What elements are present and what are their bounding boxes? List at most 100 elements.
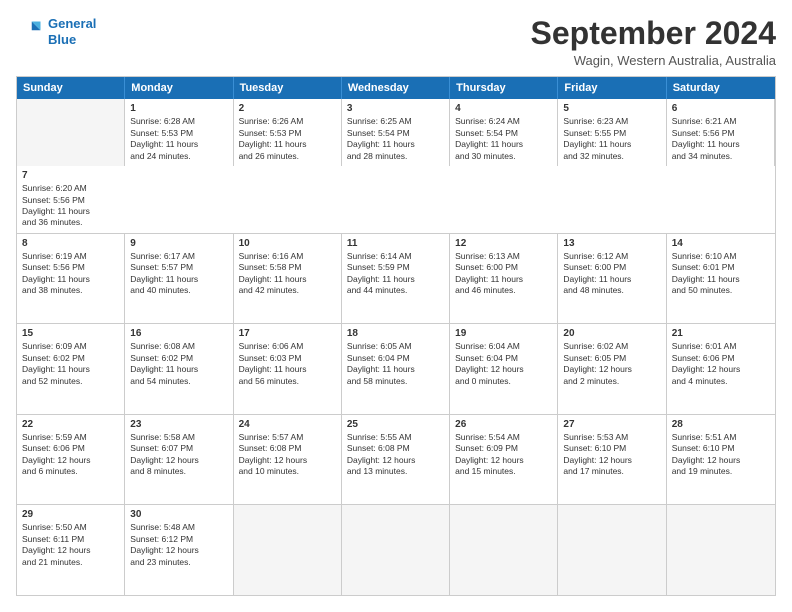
- cell-line: Sunrise: 6:23 AM: [563, 116, 660, 127]
- cell-line: Daylight: 11 hours: [672, 139, 769, 150]
- cal-cell-19: 19Sunrise: 6:04 AMSunset: 6:04 PMDayligh…: [450, 324, 558, 414]
- cell-line: Daylight: 11 hours: [563, 139, 660, 150]
- day-number: 1: [130, 103, 227, 114]
- day-number: 9: [130, 238, 227, 249]
- day-number: 18: [347, 328, 444, 339]
- cell-line: and 56 minutes.: [239, 376, 336, 387]
- cell-line: and 0 minutes.: [455, 376, 552, 387]
- day-number: 12: [455, 238, 552, 249]
- cell-line: Daylight: 11 hours: [455, 274, 552, 285]
- cell-line: and 28 minutes.: [347, 151, 444, 162]
- cell-line: and 4 minutes.: [672, 376, 770, 387]
- cal-cell-28: 28Sunrise: 5:51 AMSunset: 6:10 PMDayligh…: [667, 415, 775, 505]
- cell-line: Sunrise: 5:57 AM: [239, 432, 336, 443]
- logo-icon: [16, 18, 44, 46]
- cell-line: Sunrise: 6:13 AM: [455, 251, 552, 262]
- cal-cell-21: 21Sunrise: 6:01 AMSunset: 6:06 PMDayligh…: [667, 324, 775, 414]
- day-header-wednesday: Wednesday: [342, 77, 450, 99]
- cell-line: Daylight: 11 hours: [130, 139, 227, 150]
- day-number: 23: [130, 419, 227, 430]
- cell-line: Sunset: 6:08 PM: [239, 443, 336, 454]
- cal-cell-empty: [667, 505, 775, 595]
- cell-line: Sunrise: 6:05 AM: [347, 341, 444, 352]
- cal-cell-17: 17Sunrise: 6:06 AMSunset: 6:03 PMDayligh…: [234, 324, 342, 414]
- cal-cell-10: 10Sunrise: 6:16 AMSunset: 5:58 PMDayligh…: [234, 234, 342, 324]
- cal-row-3: 22Sunrise: 5:59 AMSunset: 6:06 PMDayligh…: [17, 414, 775, 505]
- day-header-friday: Friday: [558, 77, 666, 99]
- cell-line: Sunrise: 5:54 AM: [455, 432, 552, 443]
- day-number: 20: [563, 328, 660, 339]
- cal-row-2: 15Sunrise: 6:09 AMSunset: 6:02 PMDayligh…: [17, 323, 775, 414]
- cal-cell-1: 1Sunrise: 6:28 AMSunset: 5:53 PMDaylight…: [125, 99, 233, 166]
- cell-line: Sunset: 5:54 PM: [347, 128, 444, 139]
- cell-line: and 36 minutes.: [22, 217, 120, 228]
- cell-line: Daylight: 11 hours: [347, 364, 444, 375]
- cell-line: Sunset: 6:09 PM: [455, 443, 552, 454]
- cell-line: Daylight: 11 hours: [563, 274, 660, 285]
- cal-cell-15: 15Sunrise: 6:09 AMSunset: 6:02 PMDayligh…: [17, 324, 125, 414]
- cell-line: Sunset: 5:59 PM: [347, 262, 444, 273]
- cal-cell-25: 25Sunrise: 5:55 AMSunset: 6:08 PMDayligh…: [342, 415, 450, 505]
- cell-line: Sunset: 6:11 PM: [22, 534, 119, 545]
- cell-line: Sunrise: 5:50 AM: [22, 522, 119, 533]
- day-number: 19: [455, 328, 552, 339]
- cal-cell-empty: [450, 505, 558, 595]
- day-number: 24: [239, 419, 336, 430]
- cell-line: Sunrise: 6:19 AM: [22, 251, 119, 262]
- cell-line: Sunrise: 6:02 AM: [563, 341, 660, 352]
- cell-line: and 32 minutes.: [563, 151, 660, 162]
- cal-cell-5: 5Sunrise: 6:23 AMSunset: 5:55 PMDaylight…: [558, 99, 666, 166]
- cell-line: and 48 minutes.: [563, 285, 660, 296]
- cell-line: Sunset: 6:07 PM: [130, 443, 227, 454]
- cell-line: and 6 minutes.: [22, 466, 119, 477]
- cell-line: Sunrise: 6:06 AM: [239, 341, 336, 352]
- day-header-sunday: Sunday: [17, 77, 125, 99]
- cell-line: Sunset: 5:56 PM: [22, 195, 120, 206]
- day-number: 8: [22, 238, 119, 249]
- cell-line: Sunset: 6:00 PM: [455, 262, 552, 273]
- cell-line: Sunrise: 5:59 AM: [22, 432, 119, 443]
- cell-line: and 21 minutes.: [22, 557, 119, 568]
- cal-cell-29: 29Sunrise: 5:50 AMSunset: 6:11 PMDayligh…: [17, 505, 125, 595]
- cal-cell-27: 27Sunrise: 5:53 AMSunset: 6:10 PMDayligh…: [558, 415, 666, 505]
- cell-line: Sunrise: 6:08 AM: [130, 341, 227, 352]
- day-number: 21: [672, 328, 770, 339]
- cell-line: Sunset: 6:02 PM: [130, 353, 227, 364]
- cell-line: and 13 minutes.: [347, 466, 444, 477]
- cell-line: and 19 minutes.: [672, 466, 770, 477]
- cell-line: Sunrise: 6:17 AM: [130, 251, 227, 262]
- cal-cell-12: 12 Sunrise: 6:13 AMSunset: 6:00 PMDayligh…: [450, 234, 558, 324]
- cell-line: Sunrise: 6:24 AM: [455, 116, 552, 127]
- day-number: 25: [347, 419, 444, 430]
- day-number: 26: [455, 419, 552, 430]
- day-number: 7: [22, 170, 120, 181]
- cell-line: and 10 minutes.: [239, 466, 336, 477]
- header: General Blue September 2024 Wagin, Weste…: [16, 16, 776, 68]
- cell-line: Daylight: 12 hours: [239, 455, 336, 466]
- day-header-saturday: Saturday: [667, 77, 775, 99]
- day-number: 27: [563, 419, 660, 430]
- calendar-body: 1Sunrise: 6:28 AMSunset: 5:53 PMDaylight…: [17, 99, 775, 595]
- cal-cell-8: 8Sunrise: 6:19 AMSunset: 5:56 PMDaylight…: [17, 234, 125, 324]
- cell-line: Sunset: 6:04 PM: [347, 353, 444, 364]
- cell-line: Sunrise: 6:10 AM: [672, 251, 770, 262]
- day-header-tuesday: Tuesday: [234, 77, 342, 99]
- cell-line: Daylight: 11 hours: [22, 364, 119, 375]
- day-number: 6: [672, 103, 769, 114]
- cell-line: Daylight: 12 hours: [563, 364, 660, 375]
- day-number: 11: [347, 238, 444, 249]
- logo-text: General Blue: [48, 16, 96, 47]
- cell-line: and 30 minutes.: [455, 151, 552, 162]
- cell-line: Sunset: 5:54 PM: [455, 128, 552, 139]
- day-header-monday: Monday: [125, 77, 233, 99]
- cell-line: Daylight: 12 hours: [455, 455, 552, 466]
- calendar-header: SundayMondayTuesdayWednesdayThursdayFrid…: [17, 77, 775, 99]
- day-number: 30: [130, 509, 227, 520]
- page: General Blue September 2024 Wagin, Weste…: [0, 0, 792, 612]
- cell-line: Sunset: 6:10 PM: [563, 443, 660, 454]
- cell-line: Sunrise: 6:04 AM: [455, 341, 552, 352]
- cal-cell-16: 16Sunrise: 6:08 AMSunset: 6:02 PMDayligh…: [125, 324, 233, 414]
- cell-line: Daylight: 12 hours: [672, 455, 770, 466]
- logo-general: General: [48, 16, 96, 31]
- day-number: 4: [455, 103, 552, 114]
